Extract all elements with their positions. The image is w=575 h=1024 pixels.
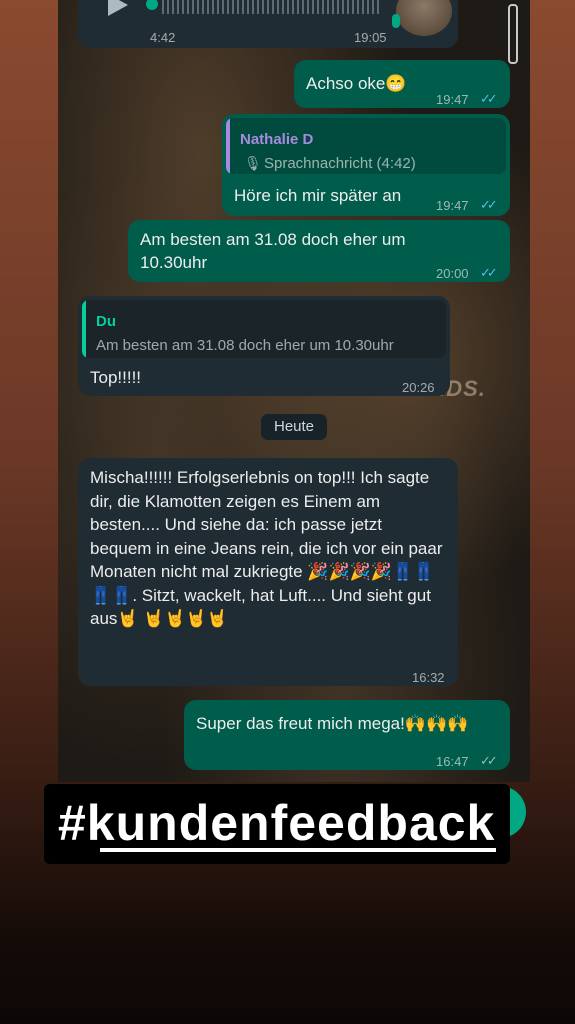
- message-incoming[interactable]: Mischa!!!!!! Erfolgserlebnis on top!!! I…: [78, 458, 458, 686]
- quote-bar: [226, 118, 230, 174]
- quote-text: Am besten am 31.08 doch eher um 10.30uhr: [96, 337, 394, 354]
- voice-time: 19:05: [354, 30, 387, 45]
- voice-duration: 4:42: [150, 30, 176, 45]
- message-time: 16:47: [436, 754, 469, 769]
- read-ticks-icon: ✓✓: [480, 91, 498, 106]
- play-icon[interactable]: [108, 0, 128, 16]
- read-ticks-icon: ✓✓: [480, 265, 498, 280]
- message-time: 19:47: [436, 198, 469, 213]
- quote-author: Nathalie D: [240, 131, 314, 148]
- quote-author: Du: [96, 313, 116, 330]
- message-outgoing[interactable]: Super das freut mich mega!🙌🙌🙌 16:47 ✓✓: [184, 700, 510, 770]
- hashtag-sticker: #kundenfeedback: [44, 784, 510, 864]
- mic-icon: [392, 14, 400, 28]
- message-time: 20:26: [402, 380, 435, 395]
- chat-screen: LIFE BEGINS WHEN FEAR ENDS. 4:42 19:05 A…: [58, 0, 530, 782]
- message-text: Top!!!!!: [90, 368, 142, 387]
- message-outgoing[interactable]: Am besten am 31.08 doch eher um 10.30uhr…: [128, 220, 510, 282]
- quote-text: Sprachnachricht (4:42): [264, 155, 416, 172]
- mic-icon: 🎙: [244, 155, 262, 171]
- date-chip: Heute: [261, 414, 327, 440]
- message-time: 19:47: [436, 92, 469, 107]
- quoted-message[interactable]: Du Am besten am 31.08 doch eher um 10.30…: [82, 300, 446, 358]
- quoted-message[interactable]: Nathalie D Sprachnachricht (4:42) 🎙: [226, 118, 506, 174]
- playhead-dot[interactable]: [146, 0, 158, 10]
- read-ticks-icon: ✓✓: [480, 197, 498, 212]
- quote-bar: [82, 300, 86, 358]
- hashtag-underline: [100, 848, 496, 852]
- message-text: Achso oke😁: [306, 74, 407, 93]
- message-text: Am besten am 31.08 doch eher um 10.30uhr: [140, 230, 406, 272]
- message-time: 20:00: [436, 266, 469, 281]
- delivered-ticks-icon: ✓✓: [480, 753, 498, 768]
- message-incoming-reply[interactable]: Du Am besten am 31.08 doch eher um 10.30…: [78, 296, 450, 396]
- scrollbar[interactable]: [508, 4, 518, 64]
- message-text: Höre ich mir später an: [234, 186, 402, 205]
- message-text: Super das freut mich mega!🙌🙌🙌: [196, 714, 469, 733]
- avatar: [396, 0, 452, 36]
- message-outgoing[interactable]: Achso oke😁 19:47 ✓✓: [294, 60, 510, 108]
- hashtag-text: #kundenfeedback: [58, 795, 496, 851]
- message-time: 16:32: [412, 670, 445, 685]
- message-outgoing-reply[interactable]: Nathalie D Sprachnachricht (4:42) 🎙 Höre…: [222, 114, 510, 216]
- waveform: [162, 0, 382, 14]
- message-text: Mischa!!!!!! Erfolgserlebnis on top!!! I…: [90, 468, 443, 628]
- voice-message[interactable]: 4:42 19:05: [78, 0, 458, 48]
